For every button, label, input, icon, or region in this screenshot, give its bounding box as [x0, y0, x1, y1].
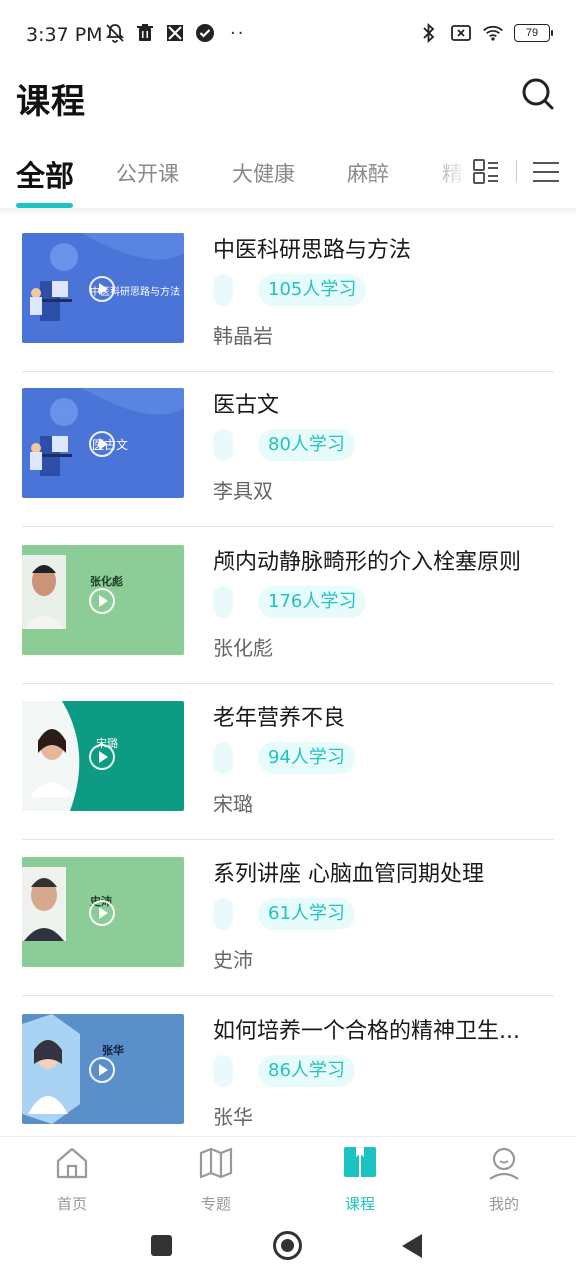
more-notifications: ··: [230, 22, 246, 44]
nav-courses[interactable]: 课程: [320, 1143, 400, 1213]
play-icon: [89, 588, 115, 614]
learners-badge: 80人学习: [258, 429, 355, 461]
course-teacher: 韩晶岩: [213, 324, 273, 348]
list-view-icon: [473, 159, 498, 184]
tabs-fade: [420, 150, 470, 200]
course-tag: [213, 429, 233, 461]
trash-icon: [134, 22, 156, 44]
layout-toggle-button[interactable]: [470, 155, 502, 187]
nav-topics[interactable]: 专题: [176, 1143, 256, 1213]
course-title: 系列讲座 心脑血管同期处理: [213, 862, 484, 887]
play-icon: [89, 431, 115, 457]
play-icon: [89, 276, 115, 302]
nav-profile[interactable]: 我的: [464, 1143, 544, 1213]
tab-public-course[interactable]: 公开课: [116, 158, 179, 188]
nav-home-label: 首页: [56, 1195, 87, 1213]
wifi-icon: [482, 22, 504, 44]
course-thumbnail: 张华: [22, 1014, 184, 1124]
check-icon: [194, 22, 216, 44]
course-thumbnail: 张化彪: [22, 545, 184, 655]
course-title: 中医科研思路与方法: [213, 238, 412, 263]
nav-profile-label: 我的: [488, 1195, 519, 1213]
book-icon: [344, 1147, 376, 1177]
tab-health[interactable]: 大健康: [232, 158, 295, 188]
map-icon: [199, 1147, 233, 1179]
home-icon: [56, 1147, 88, 1179]
course-list: 中医科研思路与方法 中医科研思路与方法 105人学习 韩晶岩 医古文 医古文 8…: [0, 216, 576, 1136]
status-bar: 3:37 PM ·· 79: [0, 0, 576, 64]
course-tag: [213, 742, 233, 774]
sim-icon: [450, 22, 472, 44]
status-system-icons: 79: [418, 22, 553, 44]
thumbnail-caption: 张华: [102, 1044, 124, 1057]
search-button[interactable]: [520, 76, 556, 112]
course-title: 老年营养不良: [213, 706, 346, 731]
course-item[interactable]: 张化彪 颅内动静脉畸形的介入栓塞原则 176人学习 张化彪: [22, 528, 554, 684]
app-icon: [164, 22, 186, 44]
course-thumbnail: 宋璐: [22, 701, 184, 811]
bluetooth-icon: [418, 22, 440, 44]
course-thumbnail: 中医科研思路与方法: [22, 233, 184, 343]
course-title: 医古文: [213, 393, 280, 418]
menu-icon: [533, 162, 559, 182]
course-item[interactable]: 张华 如何培养一个合格的精神卫生... 86人学习 张华: [22, 997, 554, 1136]
status-time: 3:37 PM: [26, 24, 103, 46]
tabs-divider: [516, 160, 517, 182]
recent-apps-button[interactable]: [151, 1235, 172, 1256]
nav-courses-label: 课程: [344, 1195, 375, 1213]
course-teacher: 史沛: [213, 948, 253, 972]
tab-anesthesia[interactable]: 麻醉: [347, 158, 389, 188]
battery-indicator: 79: [514, 24, 553, 42]
course-teacher: 张化彪: [213, 636, 273, 660]
nav-home[interactable]: 首页: [32, 1143, 112, 1213]
play-icon: [89, 900, 115, 926]
course-thumbnail: 医古文: [22, 388, 184, 498]
course-title: 颅内动静脉畸形的介入栓塞原则: [213, 550, 522, 575]
course-title: 如何培养一个合格的精神卫生...: [213, 1019, 520, 1044]
course-thumbnail: 史沛: [22, 857, 184, 967]
course-item[interactable]: 医古文 医古文 80人学习 李具双: [22, 371, 554, 527]
back-button[interactable]: [402, 1234, 422, 1258]
status-notification-icons: ··: [104, 22, 245, 44]
course-teacher: 宋璐: [213, 792, 253, 816]
page-title: 课程: [16, 82, 86, 122]
course-teacher: 张华: [213, 1105, 253, 1129]
course-item[interactable]: 中医科研思路与方法 中医科研思路与方法 105人学习 韩晶岩: [22, 216, 554, 372]
course-tag: [213, 586, 233, 618]
play-icon: [89, 744, 115, 770]
menu-button[interactable]: [530, 156, 562, 188]
learners-badge: 94人学习: [258, 742, 355, 774]
system-navigation: [0, 1216, 576, 1280]
learners-badge: 105人学习: [258, 274, 367, 306]
tabs-shadow: [0, 208, 576, 216]
nav-topics-label: 专题: [200, 1195, 231, 1213]
learners-badge: 176人学习: [258, 586, 367, 618]
course-tag: [213, 898, 233, 930]
learners-badge: 86人学习: [258, 1055, 355, 1087]
course-tag: [213, 1055, 233, 1087]
course-item[interactable]: 宋璐 老年营养不良 94人学习 宋璐: [22, 684, 554, 840]
course-tag: [213, 274, 233, 306]
search-icon: [522, 78, 554, 110]
learners-badge: 61人学习: [258, 898, 355, 930]
course-teacher: 李具双: [213, 479, 273, 503]
bottom-navigation: 首页 专题 课程 我的: [0, 1136, 576, 1216]
play-icon: [89, 1057, 115, 1083]
home-button[interactable]: [273, 1231, 302, 1260]
tab-all[interactable]: 全部: [16, 153, 74, 195]
thumbnail-caption: 张化彪: [90, 575, 123, 588]
user-icon: [489, 1147, 519, 1180]
course-item[interactable]: 史沛 系列讲座 心脑血管同期处理 61人学习 史沛: [22, 840, 554, 996]
mute-icon: [104, 22, 126, 44]
